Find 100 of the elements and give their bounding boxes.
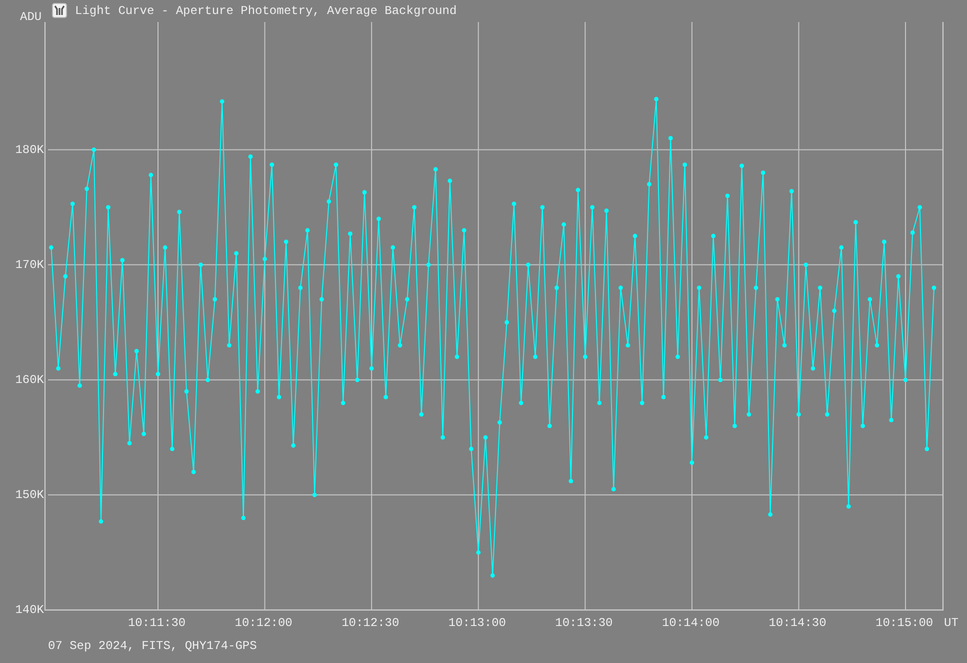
data-point — [340, 400, 346, 406]
app-icon — [52, 3, 67, 18]
tick-label: 10:14:30 — [768, 617, 826, 629]
data-point — [369, 366, 374, 371]
data-point — [854, 220, 858, 224]
data-point — [498, 420, 502, 425]
data-point — [768, 512, 772, 517]
data-point — [384, 394, 388, 400]
data-point — [134, 348, 139, 354]
data-point — [355, 378, 360, 382]
data-point — [711, 234, 716, 238]
data-point — [305, 228, 310, 232]
data-point — [78, 383, 82, 388]
data-point — [825, 412, 830, 417]
data-point — [348, 232, 352, 236]
data-point — [568, 478, 574, 484]
data-point — [106, 205, 110, 210]
data-point — [562, 222, 566, 227]
data-point — [760, 170, 766, 175]
data-point — [512, 202, 516, 206]
data-point — [454, 354, 460, 359]
data-point — [84, 186, 89, 191]
data-point — [127, 441, 132, 446]
tick-label: 160K — [14, 374, 44, 386]
data-point — [220, 99, 224, 104]
data-point — [903, 378, 908, 382]
data-point — [148, 172, 154, 178]
data-point — [640, 400, 644, 406]
data-point — [142, 432, 146, 436]
data-point — [740, 164, 744, 168]
data-point — [212, 297, 218, 302]
data-point — [298, 286, 303, 290]
data-point — [234, 251, 238, 256]
data-point — [576, 188, 580, 192]
data-point — [932, 286, 936, 290]
data-point — [227, 343, 232, 348]
data-point — [654, 96, 658, 102]
data-point — [270, 162, 274, 167]
data-point — [398, 343, 402, 348]
data-point — [732, 424, 737, 428]
data-point — [426, 262, 431, 267]
tick-label: 10:12:00 — [234, 617, 292, 629]
data-point — [113, 372, 118, 376]
tick-label: 10:12:30 — [342, 617, 400, 629]
data-point — [632, 234, 638, 238]
data-point — [810, 366, 816, 371]
data-point — [92, 148, 96, 152]
tick-label: 10:15:00 — [876, 617, 934, 629]
data-point — [547, 424, 552, 428]
data-point — [832, 308, 836, 313]
data-point — [704, 435, 708, 440]
data-point — [376, 216, 381, 221]
data-point — [804, 262, 808, 267]
data-point — [868, 297, 872, 302]
data-point — [696, 286, 702, 290]
data-point — [326, 199, 332, 204]
data-point — [405, 297, 410, 302]
tick-label: 140K — [14, 604, 44, 616]
data-point — [362, 190, 367, 194]
data-point — [839, 245, 844, 250]
data-point — [597, 400, 602, 406]
data-point — [611, 487, 616, 492]
tick-label: 170K — [14, 258, 44, 271]
data-point — [312, 492, 317, 498]
data-point — [604, 208, 609, 213]
data-point — [789, 189, 794, 194]
data-point — [256, 389, 260, 394]
data-point — [334, 162, 338, 167]
data-point — [462, 228, 466, 232]
data-point — [860, 424, 865, 428]
tick-label: 180K — [14, 144, 44, 156]
data-point — [518, 400, 524, 406]
tick-label: 10:13:00 — [448, 617, 506, 629]
data-point — [241, 516, 246, 520]
data-point — [191, 470, 196, 474]
data-point — [554, 286, 559, 290]
data-point — [162, 245, 168, 250]
data-point — [889, 418, 894, 422]
data-point — [49, 245, 54, 250]
data-point — [490, 573, 495, 578]
data-point — [533, 354, 538, 359]
data-point — [390, 245, 396, 250]
tick-label: 10:11:30 — [128, 617, 186, 629]
data-point — [668, 136, 673, 140]
data-point — [725, 194, 730, 198]
window-title: Light Curve - Aperture Photometry, Average Background — [75, 4, 457, 16]
data-point — [63, 274, 68, 278]
data-point — [476, 550, 481, 555]
data-point — [184, 389, 189, 394]
data-point — [177, 210, 182, 214]
data-point — [248, 154, 253, 159]
data-point — [618, 286, 623, 290]
data-point — [320, 297, 324, 302]
data-point — [583, 354, 588, 359]
data-point — [448, 178, 452, 183]
data-point — [206, 378, 210, 382]
data-point — [590, 205, 594, 210]
data-point — [647, 182, 652, 186]
data-point — [56, 366, 60, 371]
data-point — [846, 504, 851, 509]
